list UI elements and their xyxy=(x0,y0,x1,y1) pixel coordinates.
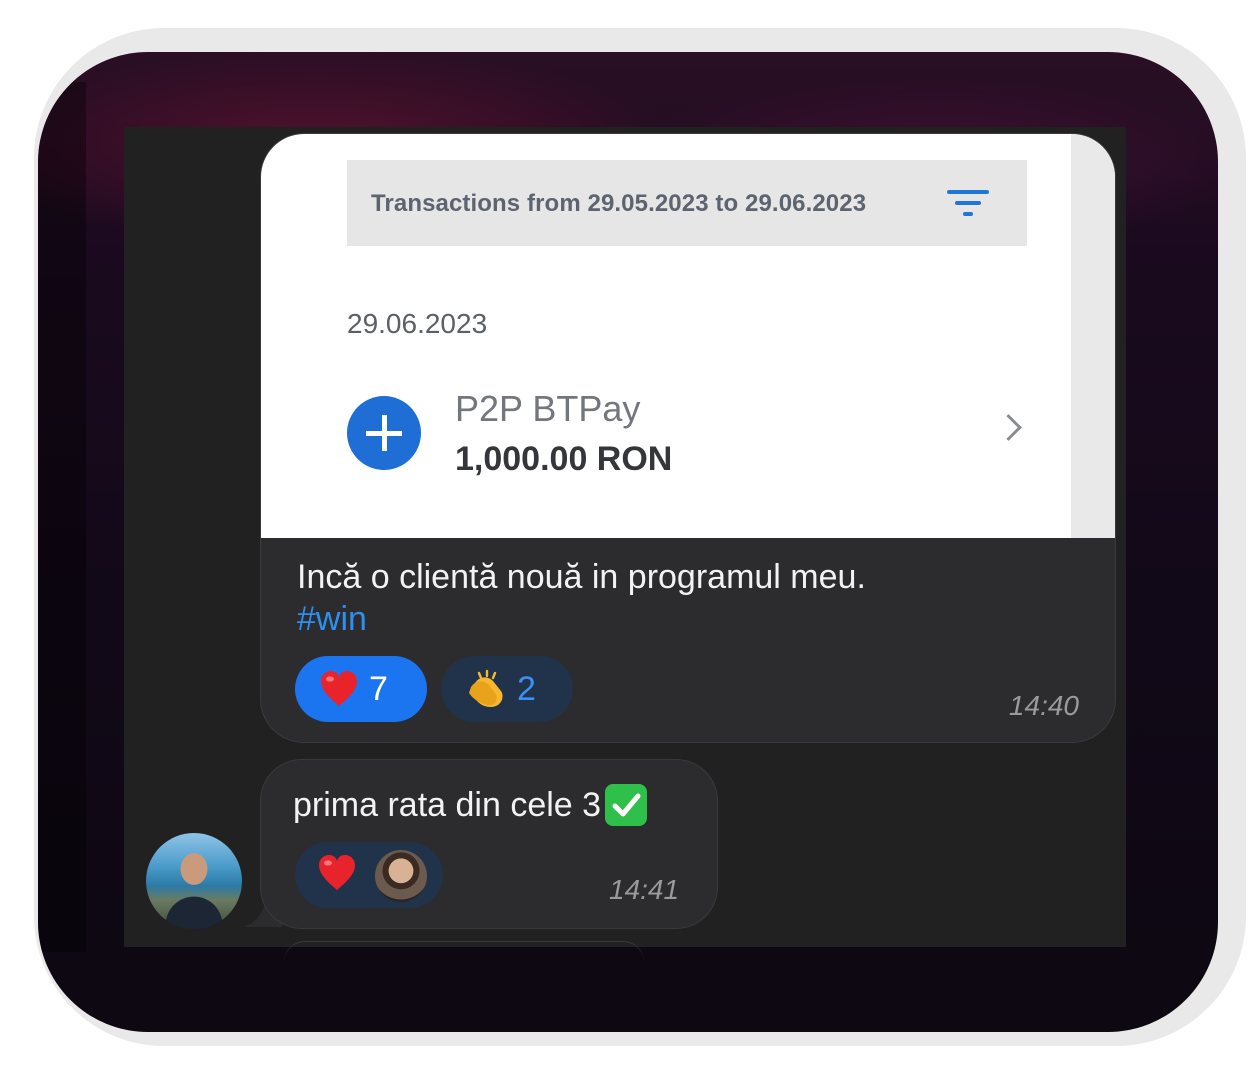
filter-icon xyxy=(947,190,989,220)
message-text: prima rata din cele 3 xyxy=(293,785,602,824)
hashtag-link[interactable]: #win xyxy=(297,600,367,639)
transaction-name: P2P BTPay xyxy=(455,388,641,429)
image-edge xyxy=(1071,134,1115,538)
transactions-filter-bar: Transactions from 29.05.2023 to 29.06.20… xyxy=(347,160,1027,246)
check-mark-icon xyxy=(605,784,648,826)
sender-avatar[interactable] xyxy=(146,833,242,929)
reaction-clap[interactable]: 2 xyxy=(441,656,573,722)
chat-panel: Transactions from 29.05.2023 to 29.06.20… xyxy=(124,127,1126,947)
reaction-count: 7 xyxy=(369,669,388,708)
reaction-heart-2[interactable] xyxy=(295,842,443,908)
attached-image[interactable]: Transactions from 29.05.2023 to 29.06.20… xyxy=(261,134,1115,538)
message-bubble-text[interactable]: prima rata din cele 3 14:41 xyxy=(260,759,718,929)
message-time: 14:40 xyxy=(1008,690,1079,721)
reaction-heart[interactable]: 7 xyxy=(295,656,427,722)
heart-icon xyxy=(319,855,355,890)
reaction-count: 2 xyxy=(517,669,536,708)
message-bubble-photo[interactable]: Transactions from 29.05.2023 to 29.06.20… xyxy=(260,133,1116,743)
transaction-amount: 1,000.00 RON xyxy=(455,440,673,478)
clapping-hands-icon xyxy=(469,669,503,707)
left-edge xyxy=(38,82,86,952)
plus-icon xyxy=(347,396,421,470)
heart-icon xyxy=(321,671,357,706)
next-message-edge xyxy=(284,941,644,962)
message-text-2: prima rata din cele 3 xyxy=(293,784,648,826)
filter-text: Transactions from 29.05.2023 to 29.06.20… xyxy=(371,190,867,217)
message-text: Incă o clientă nouă in programul meu. xyxy=(297,558,866,596)
message-time: 14:41 xyxy=(609,874,680,905)
chat-background: Transactions from 29.05.2023 to 29.06.20… xyxy=(38,52,1218,1032)
chevron-right-icon xyxy=(995,414,1022,441)
reactor-avatar[interactable] xyxy=(375,850,427,902)
transaction-date: 29.06.2023 xyxy=(347,308,488,339)
